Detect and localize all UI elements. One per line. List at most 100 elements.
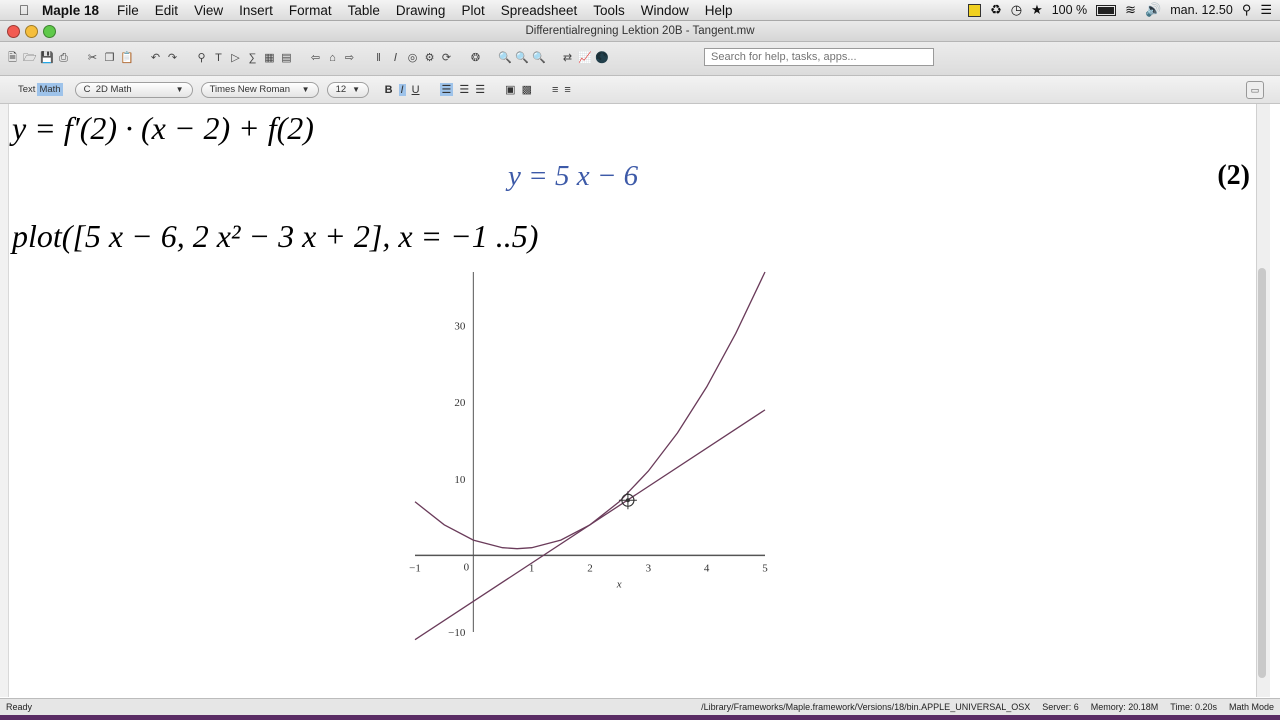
- menu-clock[interactable]: man. 12.50: [1170, 3, 1233, 17]
- wifi-icon[interactable]: ≋: [1125, 2, 1136, 18]
- highlight-color-icon[interactable]: ▩: [522, 83, 532, 96]
- menu-view[interactable]: View: [186, 3, 231, 18]
- menu-file[interactable]: File: [109, 3, 147, 18]
- chevron-down-icon: ▼: [352, 85, 361, 94]
- open-folder-icon[interactable]: 🗁: [23, 52, 37, 65]
- desktop-strip: [0, 715, 1280, 720]
- spotlight-search-icon[interactable]: ⚲: [1242, 2, 1252, 18]
- minimize-window-button[interactable]: [25, 25, 38, 38]
- align-center-icon[interactable]: ☰: [459, 83, 469, 96]
- align-left-icon[interactable]: ☰: [439, 83, 454, 96]
- sync-icon[interactable]: ♻: [990, 2, 1002, 18]
- copy-icon[interactable]: ❐: [103, 52, 116, 65]
- apple-icon[interactable]: : [12, 2, 36, 18]
- menu-insert[interactable]: Insert: [231, 3, 281, 18]
- zoom-150-icon[interactable]: 🔍: [515, 52, 529, 65]
- y-tick-label: −10: [448, 627, 466, 639]
- menu-app-name[interactable]: Maple 18: [36, 3, 109, 18]
- stop-icon[interactable]: ◎: [406, 52, 419, 65]
- menu-drawing[interactable]: Drawing: [388, 3, 454, 18]
- prompt-icon[interactable]: ▷: [229, 52, 242, 65]
- main-toolbar: 🗎 🗁 💾 ⎙ ✂ ❐ 📋 ↶ ↷ ⚲ T ▷ ∑ ▦ ▤ ⇦ ⌂ ⇨ ‖ 𝐼 …: [0, 42, 1280, 76]
- text-mode-tab[interactable]: Text: [18, 84, 35, 95]
- clock-icon[interactable]: ◷: [1011, 2, 1022, 18]
- size-select[interactable]: 12 ▼: [326, 81, 369, 98]
- forward-arrow-icon[interactable]: ⇨: [343, 52, 356, 65]
- notification-list-icon[interactable]: ☰: [1260, 2, 1272, 18]
- menu-window[interactable]: Window: [633, 3, 697, 18]
- app-indicator-icon[interactable]: [968, 3, 982, 17]
- zoom-window-button[interactable]: [43, 25, 56, 38]
- find-icon[interactable]: ⚲: [195, 52, 208, 65]
- math-input-tangent-formula[interactable]: y = f′(2) · (x − 2) + f(2): [12, 110, 314, 147]
- parabola-curve: [414, 271, 766, 550]
- settings-icon[interactable]: ⚙: [423, 52, 436, 65]
- close-window-button[interactable]: [7, 25, 20, 38]
- print-icon[interactable]: ⎙: [57, 52, 70, 65]
- undo-icon[interactable]: ↶: [149, 52, 162, 65]
- style-select[interactable]: C 2D Math ▼: [74, 81, 193, 98]
- window-controls: [7, 25, 56, 38]
- bold-button[interactable]: B: [385, 84, 393, 96]
- menu-items: Maple 18 File Edit View Insert Format Ta…: [36, 3, 741, 18]
- align-right-icon[interactable]: ☰: [475, 83, 485, 96]
- battery-icon[interactable]: [1096, 4, 1117, 16]
- section-icon[interactable]: ∑: [246, 52, 259, 65]
- paste-icon[interactable]: 📋: [120, 52, 134, 65]
- plot-icon[interactable]: 📈: [578, 52, 592, 65]
- worksheet-gutter: [0, 104, 9, 697]
- table-icon[interactable]: ▦: [263, 52, 276, 65]
- menu-plot[interactable]: Plot: [453, 3, 492, 18]
- status-ready: Ready: [6, 702, 33, 712]
- convert-icon[interactable]: ⇄: [561, 52, 574, 65]
- menu-table[interactable]: Table: [340, 3, 388, 18]
- menu-spreadsheet[interactable]: Spreadsheet: [493, 3, 586, 18]
- menu-format[interactable]: Format: [281, 3, 340, 18]
- y-tick-label: 30: [454, 321, 466, 333]
- home-icon[interactable]: ⌂: [326, 52, 339, 65]
- y-tick-label: 20: [454, 397, 466, 409]
- menu-help[interactable]: Help: [697, 3, 741, 18]
- status-area: ♻ ◷ ★ 100 % ≋ 🔊 man. 12.50 ⚲ ☰: [968, 0, 1272, 20]
- status-mode[interactable]: Math Mode: [1229, 702, 1274, 712]
- italic-button[interactable]: I: [398, 83, 406, 96]
- execute-group-icon[interactable]: ‖: [372, 52, 385, 65]
- numbered-list-icon[interactable]: ≡: [564, 84, 570, 96]
- back-arrow-icon[interactable]: ⇦: [309, 52, 322, 65]
- new-document-icon[interactable]: 🗎: [6, 52, 19, 65]
- math-mode-tab[interactable]: Math: [37, 83, 63, 96]
- palette-toggle-icon[interactable]: ▭: [1246, 81, 1264, 99]
- text-color-icon[interactable]: ▣: [505, 83, 515, 96]
- restart-icon[interactable]: ⟳: [440, 52, 453, 65]
- zoom-200-icon[interactable]: 🔍: [532, 52, 546, 65]
- crosshair-cursor-icon: [618, 491, 637, 510]
- redo-icon[interactable]: ↷: [166, 52, 179, 65]
- volume-icon[interactable]: 🔊: [1145, 2, 1161, 18]
- style-prefix: C: [83, 84, 91, 95]
- math-output-tangent-equation: y = 5 x − 6: [508, 160, 639, 192]
- menu-bar:  Maple 18 File Edit View Insert Format …: [0, 0, 1280, 21]
- cut-icon[interactable]: ✂: [86, 52, 99, 65]
- scroll-thumb[interactable]: [1258, 268, 1266, 678]
- debug-icon[interactable]: ❂: [469, 52, 482, 65]
- plot-region[interactable]: −1 0 1 2 3 4 5−10102030 x: [405, 266, 775, 646]
- layout-icon[interactable]: ▤: [280, 52, 293, 65]
- text-icon[interactable]: T: [212, 52, 225, 65]
- bullet-list-icon[interactable]: ≡: [552, 84, 558, 96]
- underline-button[interactable]: U: [412, 84, 420, 96]
- maple-cloud-icon[interactable]: 🌑: [595, 52, 609, 65]
- help-search-input[interactable]: [704, 48, 934, 66]
- bluetooth-icon[interactable]: ★: [1031, 2, 1043, 18]
- x-tick-label: −1: [409, 562, 421, 574]
- equation-label: (2): [1217, 160, 1250, 191]
- font-value: Times New Roman: [209, 84, 290, 95]
- menu-tools[interactable]: Tools: [585, 3, 633, 18]
- save-icon[interactable]: 💾: [40, 52, 54, 65]
- math-input-plot-command[interactable]: plot([5 x − 6, 2 x² − 3 x + 2], x = −1 .…: [12, 218, 538, 255]
- italic-math-icon[interactable]: 𝐼: [389, 52, 402, 65]
- zoom-100-icon[interactable]: 🔍: [498, 52, 512, 65]
- font-select[interactable]: Times New Roman ▼: [200, 81, 319, 98]
- menu-edit[interactable]: Edit: [147, 3, 186, 18]
- size-value: 12: [335, 84, 347, 95]
- battery-percent: 100 %: [1051, 3, 1088, 17]
